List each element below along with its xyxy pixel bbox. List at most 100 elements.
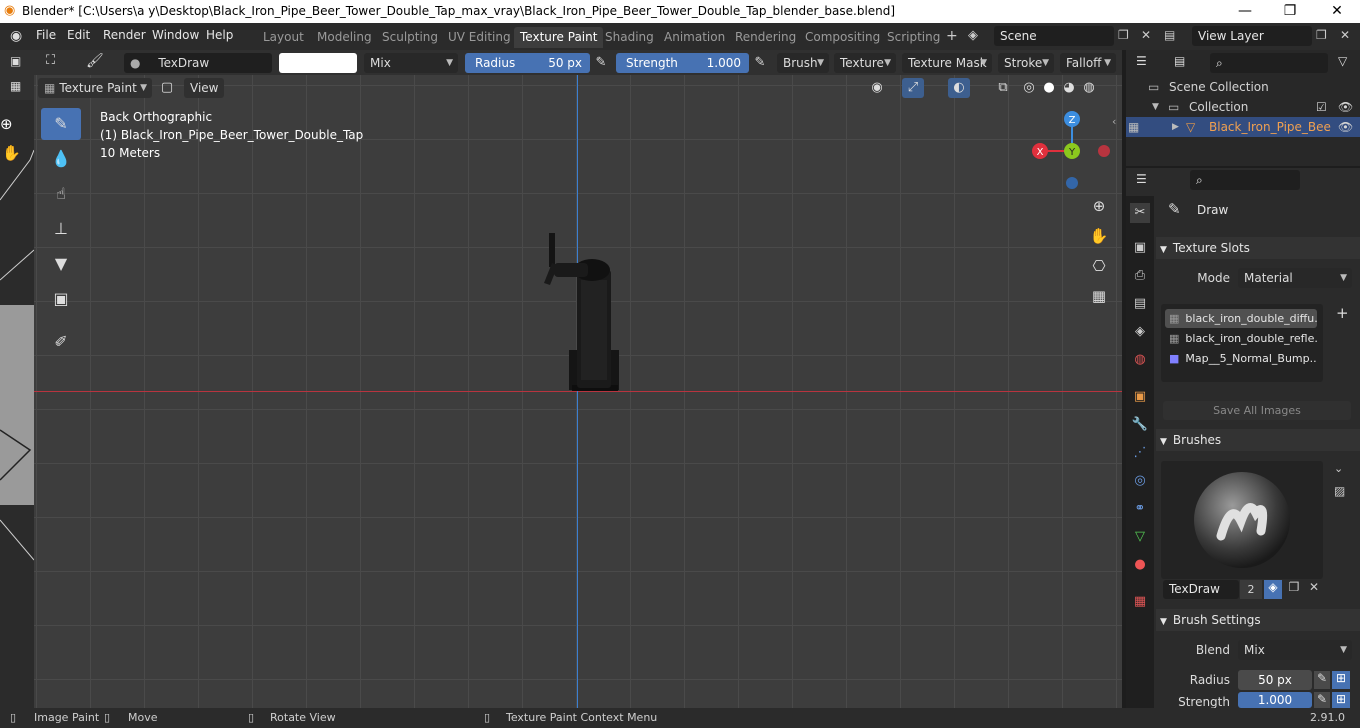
material-shading-icon[interactable]: ◕ bbox=[1058, 78, 1080, 98]
camera-view-icon[interactable]: ⎔ bbox=[1086, 253, 1112, 279]
properties-editor-icon[interactable]: ☰ bbox=[1136, 172, 1147, 186]
texture-mode-dropdown[interactable]: Material ▼ bbox=[1238, 268, 1352, 288]
outliner-search[interactable]: ⌕ bbox=[1210, 53, 1328, 73]
add-slot-icon[interactable]: + bbox=[1336, 304, 1349, 322]
strength-pressure-icon[interactable]: ✎ bbox=[1314, 692, 1330, 708]
strength-field[interactable]: 1.000 bbox=[1238, 692, 1312, 708]
radius-pressure-icon[interactable]: ✎ bbox=[1314, 671, 1330, 689]
fake-user-shield-icon[interactable]: ◈ bbox=[1264, 580, 1282, 599]
mode-dropdown[interactable]: ▦ Texture Paint ▼ bbox=[38, 78, 152, 98]
strength-unit-icon[interactable]: ⊞ bbox=[1332, 692, 1350, 708]
visibility-eye-icon[interactable]: ◉ bbox=[866, 78, 888, 98]
mask-toggle-icon[interactable]: ▢ bbox=[156, 78, 178, 98]
maximize-button[interactable]: ❐ bbox=[1267, 0, 1313, 23]
blend-dropdown[interactable]: Mix ▼ bbox=[364, 53, 458, 73]
image-icon[interactable]: ▨ bbox=[1334, 484, 1345, 498]
remove-scene-icon[interactable]: ✕ bbox=[1141, 28, 1151, 42]
brushes-panel-header[interactable]: ▼ Brushes bbox=[1156, 429, 1360, 451]
tab-scripting[interactable]: Scripting bbox=[881, 27, 946, 48]
close-button[interactable]: ✕ bbox=[1314, 0, 1360, 23]
checker-icon[interactable]: ▦ bbox=[10, 79, 21, 93]
display-mode-icon[interactable]: ▤ bbox=[1174, 54, 1185, 68]
blender-menu-icon[interactable]: ◉ bbox=[10, 28, 22, 44]
stroke-menu[interactable]: Stroke ▼ bbox=[998, 53, 1054, 73]
modifier-tab-icon[interactable]: 🔧 bbox=[1130, 415, 1150, 435]
smear-tool[interactable]: ☝ bbox=[41, 178, 81, 210]
radius-unit-icon[interactable]: ⊞ bbox=[1332, 671, 1350, 689]
brush-preview[interactable] bbox=[1161, 461, 1323, 579]
draw-tool[interactable]: ✎ bbox=[41, 108, 81, 140]
navigation-gizmo[interactable]: Z X Y bbox=[1024, 105, 1114, 195]
unlink-icon[interactable]: ✕ bbox=[1305, 580, 1323, 599]
tab-uv-editing[interactable]: UV Editing bbox=[442, 27, 517, 48]
texture-slot-item[interactable]: ■ Map__5_Normal_Bump.... bbox=[1165, 349, 1317, 368]
minimize-button[interactable]: — bbox=[1222, 0, 1268, 23]
menu-render[interactable]: Render bbox=[103, 28, 146, 42]
pan-hand-icon[interactable]: ✋ bbox=[2, 144, 21, 162]
view-layer-field[interactable]: View Layer bbox=[1192, 26, 1312, 46]
particles-tab-icon[interactable]: ⋰ bbox=[1130, 443, 1150, 463]
texture-slot-item[interactable]: ▦ black_iron_double_refle... bbox=[1165, 329, 1317, 348]
render-tab-icon[interactable]: ▣ bbox=[1130, 238, 1150, 258]
tab-rendering[interactable]: Rendering bbox=[729, 27, 802, 48]
remove-view-layer-icon[interactable]: ✕ bbox=[1340, 28, 1350, 42]
new-scene-icon[interactable]: ❐ bbox=[1118, 28, 1129, 42]
view-layer-icon[interactable]: ▤ bbox=[1164, 28, 1175, 42]
tab-animation[interactable]: Animation bbox=[658, 27, 731, 48]
eye-icon[interactable]: 👁 bbox=[1338, 97, 1353, 117]
ortho-grid-icon[interactable]: ▦ bbox=[1086, 283, 1112, 309]
wireframe-shading-icon[interactable]: ◎ bbox=[1018, 78, 1040, 98]
brush-settings-panel-header[interactable]: ▼ Brush Settings bbox=[1156, 609, 1360, 631]
tab-texture-paint[interactable]: Texture Paint bbox=[514, 27, 604, 48]
properties-search[interactable]: ⌕ bbox=[1190, 170, 1300, 190]
editor-type-3d-icon[interactable]: ⛶ bbox=[46, 53, 55, 68]
scene-tab-icon[interactable]: ◈ bbox=[1130, 322, 1150, 342]
scene-icon[interactable]: ◈ bbox=[968, 28, 978, 43]
physics-tab-icon[interactable]: ◎ bbox=[1130, 471, 1150, 491]
solid-shading-icon[interactable]: ● bbox=[1038, 78, 1060, 98]
fill-tool[interactable]: ▼ bbox=[41, 248, 81, 280]
filter-icon[interactable]: ▽ bbox=[1338, 54, 1347, 68]
output-tab-icon[interactable]: ⎙ bbox=[1130, 266, 1150, 286]
save-all-images-button[interactable]: Save All Images bbox=[1163, 401, 1351, 420]
gizmo-toggle-icon[interactable]: ⤢ bbox=[902, 78, 924, 98]
material-tab-icon[interactable]: ● bbox=[1130, 555, 1150, 575]
brush-name-field[interactable]: TexDraw bbox=[1163, 580, 1239, 599]
tab-modeling[interactable]: Modeling bbox=[311, 27, 378, 48]
zoom-icon[interactable]: ⊕ bbox=[0, 115, 13, 133]
world-tab-icon[interactable]: ◍ bbox=[1130, 350, 1150, 370]
zoom-view-icon[interactable]: ⊕ bbox=[1086, 193, 1112, 219]
annotate-tool[interactable]: ✐ bbox=[41, 326, 81, 358]
scene-field[interactable]: Scene bbox=[994, 26, 1114, 46]
sidebar-toggle-icon[interactable]: ‹ bbox=[1112, 115, 1116, 128]
texture-slots-panel-header[interactable]: ▼ Texture Slots bbox=[1156, 237, 1360, 259]
pan-view-icon[interactable]: ✋ bbox=[1086, 223, 1112, 249]
rendered-shading-icon[interactable]: ◍ bbox=[1078, 78, 1100, 98]
constraints-tab-icon[interactable]: ⚭ bbox=[1130, 499, 1150, 519]
outliner-row-object[interactable]: ▦ ▶ ▽ Black_Iron_Pipe_Bee 👁 bbox=[1126, 117, 1360, 137]
tab-shading[interactable]: Shading bbox=[599, 27, 660, 48]
tab-layout[interactable]: Layout bbox=[257, 27, 310, 48]
exclude-checkbox[interactable]: ☑ bbox=[1316, 97, 1327, 117]
brush-name-field[interactable]: ● TexDraw bbox=[124, 53, 272, 73]
menu-edit[interactable]: Edit bbox=[67, 28, 90, 42]
clone-tool[interactable]: ⊥ bbox=[41, 213, 81, 245]
duplicate-icon[interactable]: ❐ bbox=[1285, 580, 1303, 599]
mask-tool[interactable]: ▣ bbox=[41, 283, 81, 315]
brush-menu[interactable]: Brush ▼ bbox=[777, 53, 829, 73]
new-view-layer-icon[interactable]: ❐ bbox=[1316, 28, 1327, 42]
blend-dropdown[interactable]: Mix ▼ bbox=[1238, 640, 1352, 660]
menu-window[interactable]: Window bbox=[152, 28, 199, 42]
object-tab-icon[interactable]: ▣ bbox=[1130, 387, 1150, 407]
radius-pressure-icon[interactable]: ✎ bbox=[590, 53, 612, 73]
radius-slider[interactable]: Radius 50 px bbox=[465, 53, 590, 73]
radius-field[interactable]: 50 px bbox=[1238, 670, 1312, 690]
view-menu[interactable]: View bbox=[184, 78, 224, 98]
color-swatch[interactable] bbox=[279, 53, 357, 73]
brush-users-count[interactable]: 2 bbox=[1240, 580, 1262, 599]
chevron-down-icon[interactable]: ⌄ bbox=[1334, 462, 1350, 478]
eye-icon[interactable]: 👁 bbox=[1338, 117, 1353, 137]
brush-tool-icon[interactable]: 🖌 bbox=[86, 53, 104, 69]
strength-pressure-icon[interactable]: ✎ bbox=[749, 53, 771, 73]
view-layer-tab-icon[interactable]: ▤ bbox=[1130, 294, 1150, 314]
